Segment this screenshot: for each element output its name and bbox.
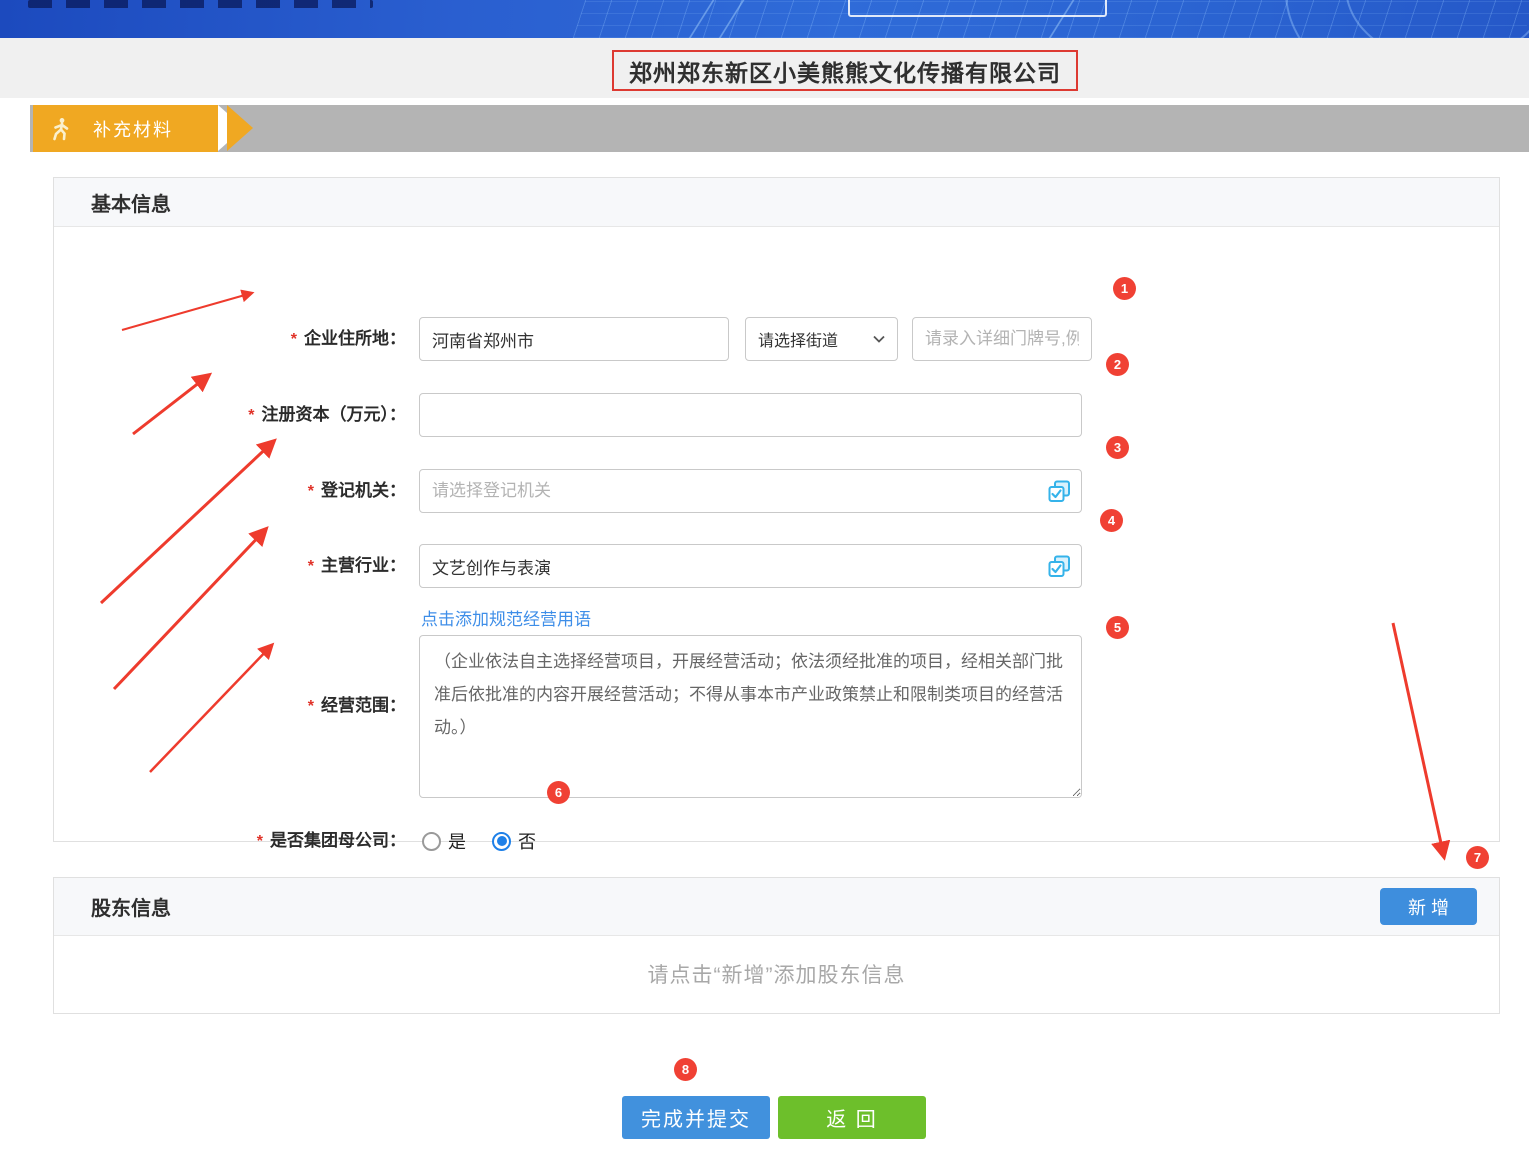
required-asterisk: *	[257, 833, 263, 850]
progress-bar: 补充材料	[30, 105, 1529, 152]
annotation-badge-8: 8	[674, 1058, 697, 1081]
annotation-badge-4: 4	[1100, 509, 1123, 532]
annotation-badge-6: 6	[547, 781, 570, 804]
required-asterisk: *	[291, 331, 297, 348]
page: 郑州郑东新区小美熊熊文化传播有限公司 补充材料 基本信息	[0, 0, 1529, 1156]
company-title-box: 郑州郑东新区小美熊熊文化传播有限公司	[612, 50, 1078, 91]
required-asterisk: *	[308, 558, 314, 575]
walking-person-icon	[51, 117, 71, 141]
address-city-input[interactable]	[419, 317, 729, 361]
required-asterisk: *	[308, 698, 314, 715]
annotation-badge-1: 1	[1113, 277, 1136, 300]
company-title: 郑州郑东新区小美熊熊文化传播有限公司	[629, 54, 1061, 88]
shareholder-empty-hint: 请点击“新增”添加股东信息	[54, 935, 1499, 1013]
radio-yes[interactable]	[422, 832, 441, 851]
capital-label: *注册资本（万元）：	[54, 393, 406, 438]
group-parent-radios: 是 否	[422, 828, 562, 854]
street-select[interactable]: 请选择街道	[745, 317, 898, 361]
basic-info-form: *企业住所地： 请选择街道 *注册资本（万元）： *登记机关：	[54, 226, 1499, 841]
top-banner	[0, 0, 1529, 38]
back-button[interactable]: 返 回	[778, 1096, 926, 1139]
banner-arc	[1345, 0, 1529, 38]
chevron-down-icon	[873, 335, 885, 343]
radio-no-label: 否	[518, 828, 536, 854]
group-parent-label: *是否集团母公司：	[54, 828, 406, 855]
industry-label: *主营行业：	[54, 544, 406, 589]
authority-field	[419, 469, 1082, 513]
authority-input[interactable]	[419, 469, 1082, 513]
shareholder-panel: 股东信息 新 增 请点击“新增”添加股东信息	[53, 877, 1500, 1014]
banner-box-outline	[848, 0, 1107, 17]
step-supplementary-material[interactable]: 补充材料	[33, 105, 218, 152]
scope-label: *经营范围：	[54, 692, 406, 721]
title-strip: 郑州郑东新区小美熊熊文化传播有限公司	[0, 38, 1529, 98]
radio-yes-label: 是	[448, 828, 466, 854]
address-label: *企业住所地：	[54, 317, 406, 362]
industry-input[interactable]	[419, 544, 1082, 588]
capital-input[interactable]	[419, 393, 1082, 437]
required-asterisk: *	[308, 483, 314, 500]
annotation-badge-2: 2	[1106, 353, 1129, 376]
authority-label: *登记机关：	[54, 469, 406, 514]
submit-button[interactable]: 完成并提交	[622, 1096, 770, 1139]
scope-textarea[interactable]	[419, 635, 1082, 798]
basic-info-title: 基本信息	[91, 188, 171, 217]
picker-checkbox-icon[interactable]	[1048, 555, 1071, 578]
banner-artifact	[28, 0, 373, 8]
annotation-badge-3: 3	[1106, 436, 1129, 459]
step-label: 补充材料	[93, 116, 173, 142]
shareholder-title: 股东信息	[91, 892, 171, 921]
radio-no[interactable]	[492, 832, 511, 851]
picker-checkbox-icon[interactable]	[1048, 480, 1071, 503]
required-asterisk: *	[248, 407, 254, 424]
basic-info-header: 基本信息	[54, 178, 1499, 227]
basic-info-panel: 基本信息 *企业住所地： 请选择街道 *注册资本（万元）： *登记机关	[53, 177, 1500, 842]
address-detail-input[interactable]	[912, 317, 1092, 361]
add-shareholder-button[interactable]: 新 增	[1380, 888, 1477, 925]
industry-field	[419, 544, 1082, 588]
shareholder-header: 股东信息 新 增	[54, 878, 1499, 936]
add-standard-terms-link[interactable]: 点击添加规范经营用语	[421, 605, 591, 630]
street-select-value: 请选择街道	[758, 327, 838, 351]
step-chevron	[227, 105, 253, 151]
annotation-badge-7: 7	[1466, 846, 1489, 869]
annotation-badge-5: 5	[1106, 616, 1129, 639]
